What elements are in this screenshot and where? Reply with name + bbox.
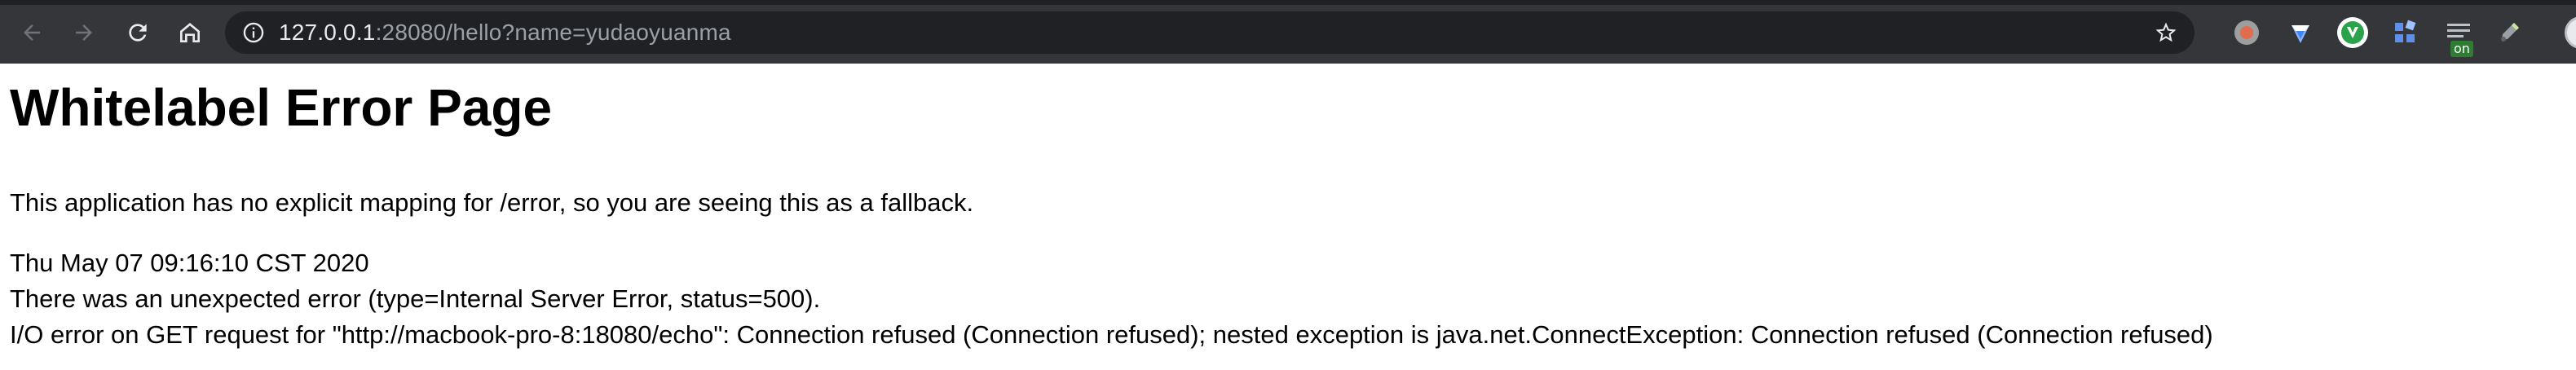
diamond-shield-icon	[2291, 25, 2309, 43]
home-button[interactable]	[171, 14, 209, 51]
info-circle-icon	[243, 22, 264, 43]
extension-pen[interactable]	[2493, 16, 2525, 49]
error-timestamp: Thu May 07 09:16:10 CST 2020	[10, 249, 369, 277]
url-host: 127.0.0.1	[279, 20, 376, 45]
arrow-right-icon	[76, 24, 92, 41]
profile-avatar[interactable]	[2565, 16, 2576, 49]
error-type: There was an unexpected error (type=Inte…	[10, 284, 821, 313]
record-circle-icon	[2234, 20, 2259, 45]
page-title: Whitelabel Error Page	[10, 78, 553, 137]
arrow-left-icon	[24, 24, 40, 41]
forward-button[interactable]	[65, 14, 103, 51]
back-button[interactable]	[13, 14, 51, 51]
star-outline-icon	[2155, 22, 2177, 42]
extension-badge: on	[2450, 41, 2473, 57]
address-bar[interactable]: 127.0.0.1:28080/hello?name=yudaoyuanma	[225, 11, 2194, 54]
url-path: :28080/hello?name=yudaoyuanma	[375, 20, 731, 45]
error-detail: I/O error on GET request for "http://mac…	[10, 320, 2213, 349]
tab-strip-edge	[0, 0, 2576, 5]
reload-button[interactable]	[119, 14, 157, 51]
browser-toolbar: 127.0.0.1:28080/hello?name=yudaoyuanma o…	[0, 0, 2576, 64]
url-text[interactable]: 127.0.0.1:28080/hello?name=yudaoyuanma	[279, 20, 731, 46]
green-v-circle-icon	[2337, 17, 2368, 48]
reload-icon	[129, 24, 147, 42]
puzzle-blocks-icon	[2395, 20, 2416, 42]
home-icon	[180, 23, 200, 42]
pen-eraser-icon	[2501, 23, 2519, 42]
extension-shield[interactable]	[2284, 16, 2317, 49]
extension-blocks[interactable]	[2389, 16, 2421, 49]
site-info-button[interactable]	[241, 20, 266, 45]
extension-vue[interactable]	[2336, 16, 2369, 49]
bookmark-button[interactable]	[2152, 19, 2180, 46]
error-description: This application has no explicit mapping…	[10, 188, 974, 217]
extension-record[interactable]	[2230, 16, 2263, 49]
